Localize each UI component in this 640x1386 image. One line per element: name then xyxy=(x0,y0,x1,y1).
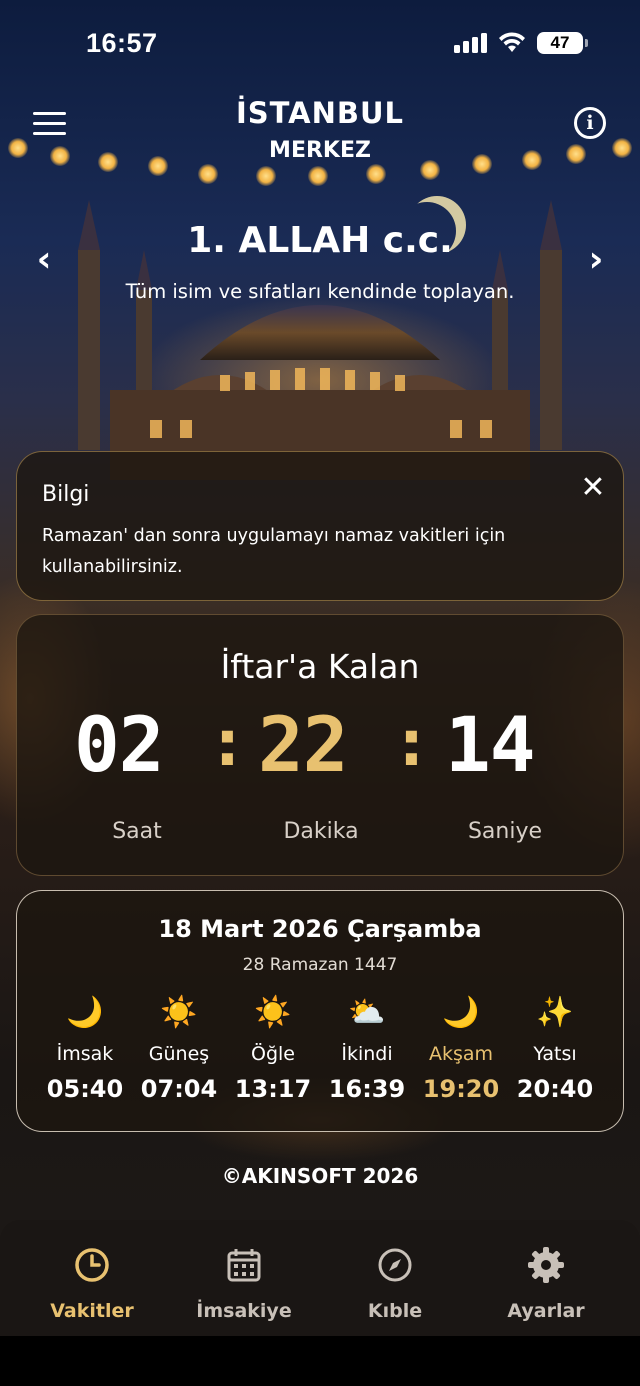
tab-label: İmsakiye xyxy=(196,1300,292,1322)
info-card-body: Ramazan' dan sonra uygulamayı namaz vaki… xyxy=(42,526,506,577)
cellular-signal-icon xyxy=(454,33,488,53)
sun-behind-cloud-icon: ⛅ xyxy=(348,995,386,1030)
prayer-time: 20:40 xyxy=(516,1075,594,1103)
prayer-name: Yatsı xyxy=(533,1043,577,1065)
prayer-time-yatsi: ✨ Yatsı 20:40 xyxy=(508,993,602,1103)
countdown-seconds: 14 xyxy=(445,700,536,789)
calendar-icon xyxy=(227,1249,261,1282)
hours-label: Saat xyxy=(112,819,162,844)
countdown-card: İftar'a Kalan 02 : 22 : 14 Saat Dakika S… xyxy=(16,614,624,876)
prayer-name: İkindi xyxy=(341,1043,393,1065)
bottom-tab-bar: Vakitler İmsakiye Kıble Ayarlar xyxy=(0,1220,640,1336)
gear-icon xyxy=(528,1247,564,1283)
battery-icon: 47 xyxy=(537,32,588,54)
prayer-time: 05:40 xyxy=(46,1075,124,1103)
seconds-label: Saniye xyxy=(467,819,543,844)
countdown-title: İftar'a Kalan xyxy=(220,647,420,686)
prayer-name: Güneş xyxy=(148,1043,210,1065)
prayer-name: İmsak xyxy=(56,1043,114,1065)
sparkles-icon: ✨ xyxy=(536,995,574,1030)
crescent-moon-icon: 🌙 xyxy=(66,995,104,1030)
prayer-time: 07:04 xyxy=(140,1075,218,1103)
gregorian-date: 18 Mart 2026 Çarşamba xyxy=(158,915,482,943)
countdown-separator: : xyxy=(399,707,424,780)
tab-label: Kıble xyxy=(367,1300,423,1322)
tab-imsakiye[interactable]: İmsakiye xyxy=(169,1244,319,1322)
countdown-hours: 02 xyxy=(74,700,165,789)
countdown-minutes: 22 xyxy=(258,700,349,789)
tab-kible[interactable]: Kıble xyxy=(320,1244,470,1322)
minutes-label: Dakika xyxy=(283,819,359,844)
sun-icon: ☀️ xyxy=(160,995,198,1030)
close-icon[interactable]: ✕ xyxy=(579,473,607,503)
info-card-title: Bilgi xyxy=(42,482,90,507)
status-bar: 16:57 47 xyxy=(0,0,640,88)
prayer-times-card: 18 Mart 2026 Çarşamba 28 Ramazan 1447 🌙 … xyxy=(16,890,624,1132)
prayer-time-aksam-active: 🌙 Akşam 19:20 xyxy=(414,993,508,1103)
compass-icon xyxy=(378,1248,412,1282)
prayer-time: 13:17 xyxy=(234,1075,312,1103)
name-description: Tüm isim ve sıfatları kendinde toplayan. xyxy=(125,280,515,303)
prayer-name: Öğle xyxy=(251,1043,295,1065)
clock-icon xyxy=(75,1248,109,1282)
prayer-time: 16:39 xyxy=(328,1075,406,1103)
prayer-time-ogle: ☀️ Öğle 13:17 xyxy=(226,993,320,1103)
prayer-time-imsak: 🌙 İmsak 05:40 xyxy=(38,993,132,1103)
prayer-time: 19:20 xyxy=(422,1075,500,1103)
prayer-time-ikindi: ⛅ İkindi 16:39 xyxy=(320,993,414,1103)
info-card: Bilgi ✕ Ramazan' dan sonra uygulamayı na… xyxy=(16,451,624,601)
tab-label: Vakitler xyxy=(50,1300,134,1322)
prayer-time-gunes: ☀️ Güneş 07:04 xyxy=(132,993,226,1103)
city-name[interactable]: İSTANBUL xyxy=(0,96,640,130)
district-name[interactable]: MERKEZ xyxy=(0,138,640,163)
status-time: 16:57 xyxy=(86,28,158,58)
name-title: 1. ALLAH c.c. xyxy=(187,220,453,261)
next-name-button[interactable]: › xyxy=(584,242,608,278)
tab-label: Ayarlar xyxy=(507,1300,585,1322)
tab-ayarlar[interactable]: Ayarlar xyxy=(471,1244,621,1322)
info-icon[interactable]: i xyxy=(574,107,606,139)
wifi-icon xyxy=(499,32,525,52)
system-navigation-area xyxy=(0,1336,640,1386)
prayer-name: Akşam xyxy=(428,1043,494,1065)
sun-icon: ☀️ xyxy=(254,995,292,1030)
hijri-date: 28 Ramazan 1447 xyxy=(242,955,398,975)
crescent-moon-icon: 🌙 xyxy=(442,995,480,1030)
countdown-separator: : xyxy=(215,707,240,780)
tab-vakitler[interactable]: Vakitler xyxy=(17,1244,167,1322)
copyright-text: ©AKINSOFT 2026 xyxy=(221,1164,419,1188)
